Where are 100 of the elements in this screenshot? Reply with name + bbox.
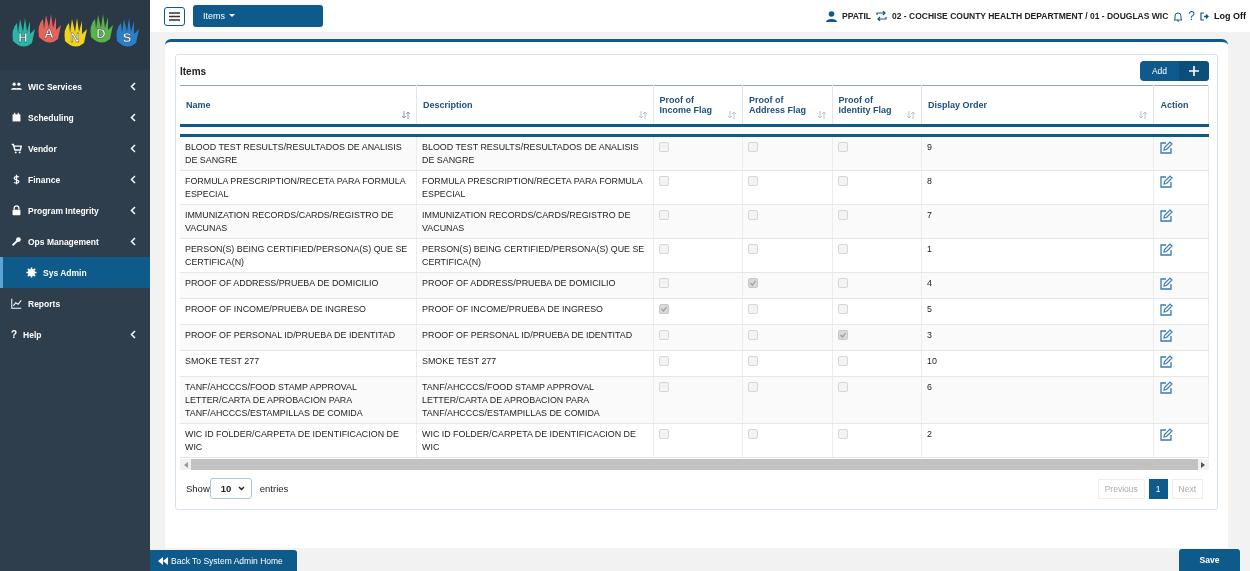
lock-icon (11, 205, 22, 216)
show-label: Show (186, 483, 210, 494)
checkbox[interactable] (658, 244, 669, 254)
edit-icon[interactable] (1159, 303, 1174, 317)
checkbox[interactable] (748, 244, 759, 254)
table-cell: 3 (921, 324, 1154, 351)
checkbox[interactable] (837, 278, 848, 288)
table-cell: TANF/AHCCCS/FOOD STAMP APPROVAL LETTER/CARTA DE APROBACION PARA TANF/AHCCCS/ESTAMPILLAS DE COMIDA (180, 376, 417, 424)
checkbox[interactable] (748, 142, 759, 152)
menu-button[interactable] (164, 6, 185, 26)
cart-icon (11, 143, 22, 154)
switch-icon[interactable] (876, 11, 888, 21)
table-cell: WIC ID FOLDER/CARPETA DE IDENTIFICACION DE WIC (416, 423, 654, 458)
wrench-icon (11, 236, 22, 247)
bell-icon[interactable] (1173, 10, 1184, 22)
checkbox[interactable] (748, 429, 759, 439)
checkbox[interactable] (658, 330, 669, 340)
view-dropdown[interactable]: Items (193, 5, 323, 27)
scroll-left-icon[interactable] (184, 461, 188, 468)
checkbox[interactable] (837, 304, 848, 314)
sidebar-item[interactable]: Scheduling (0, 102, 150, 133)
user-name: PPATIL (842, 11, 872, 21)
checkbox[interactable] (748, 304, 759, 314)
table-cell: PROOF OF PERSONAL ID/PRUEBA DE IDENTITAD (416, 324, 654, 351)
plus-icon (1189, 66, 1199, 76)
checkbox[interactable] (658, 356, 669, 366)
table-cell: 5 (921, 298, 1154, 325)
hands-logo: H A N D S (10, 12, 140, 58)
table-cell: PROOF OF INCOME/PRUEBA DE INGRESO (416, 298, 654, 325)
sidebar-item[interactable]: Ops Management (0, 226, 150, 257)
logout-link[interactable]: Log Off (1200, 11, 1246, 21)
back-button[interactable]: Back To System Admin Home (150, 550, 297, 571)
sidebar-item[interactable]: Program Integrity (0, 195, 150, 226)
page-button[interactable]: 1 (1148, 478, 1168, 499)
checkbox[interactable] (748, 210, 759, 220)
checkbox[interactable] (658, 304, 669, 314)
agency-label: 02 - COCHISE COUNTY HEALTH DEPARTMENT / 01 - DOUGLAS WIC (892, 11, 1169, 21)
sidebar-item[interactable]: WIC Services (0, 71, 150, 102)
table-cell: SMOKE TEST 277 (180, 350, 417, 377)
checkbox[interactable] (748, 278, 759, 288)
save-button[interactable]: Save (1179, 549, 1240, 571)
scroll-right-icon[interactable] (1201, 461, 1205, 468)
sidebar-item[interactable]: Vendor (0, 133, 150, 164)
edit-icon[interactable] (1159, 329, 1174, 343)
page-length-select[interactable]: 10 (209, 478, 252, 499)
checkbox[interactable] (658, 176, 669, 186)
gear-icon (26, 267, 37, 278)
edit-icon[interactable] (1159, 355, 1174, 369)
help-icon: ? (11, 329, 18, 340)
user-icon (826, 10, 838, 22)
entries-label: entries (259, 483, 289, 494)
table-cell: 1 (921, 238, 1154, 273)
checkbox[interactable] (837, 330, 848, 340)
table-cell: 9 (921, 135, 1154, 171)
checkbox[interactable] (837, 356, 848, 366)
add-button[interactable]: Add (1139, 61, 1209, 81)
edit-icon[interactable] (1159, 175, 1174, 189)
horizontal-scrollbar[interactable] (180, 459, 1209, 470)
sidebar-item[interactable]: Finance (0, 164, 150, 195)
checkbox[interactable] (837, 142, 848, 152)
sidebar-item[interactable]: Sys Admin (0, 257, 150, 288)
edit-icon[interactable] (1159, 381, 1174, 395)
edit-icon[interactable] (1159, 428, 1174, 442)
table-cell: 2 (921, 423, 1154, 458)
checkbox[interactable] (837, 176, 848, 186)
table-cell: PROOF OF ADDRESS/PRUEBA DE DOMICILIO (416, 272, 654, 299)
panel-title: Items (180, 65, 207, 77)
checkbox[interactable] (837, 382, 848, 392)
help-link[interactable]: ? (1188, 9, 1195, 23)
checkbox[interactable] (658, 382, 669, 392)
table-cell: FORMULA PRESCRIPTION/RECETA PARA FORMULA ESPECIAL (416, 170, 654, 205)
edit-icon[interactable] (1159, 209, 1174, 223)
table-cell: 7 (921, 204, 1154, 239)
checkbox[interactable] (658, 210, 669, 220)
caret-icon (229, 14, 235, 18)
group-icon (11, 81, 22, 92)
checkbox[interactable] (748, 176, 759, 186)
sidebar-item[interactable]: ? Help (0, 319, 150, 350)
checkbox[interactable] (658, 142, 669, 152)
checkbox[interactable] (837, 244, 848, 254)
table-cell: PROOF OF INCOME/PRUEBA DE INGRESO (180, 298, 417, 325)
edit-icon[interactable] (1159, 277, 1174, 291)
table-cell: PROOF OF ADDRESS/PRUEBA DE DOMICILIO (180, 272, 417, 299)
edit-icon[interactable] (1159, 243, 1174, 257)
table-cell: IMMUNIZATION RECORDS/CARDS/REGISTRO DE VACUNAS (180, 204, 417, 239)
logout-icon (1200, 11, 1210, 21)
checkbox[interactable] (658, 278, 669, 288)
sidebar-item[interactable]: Reports (0, 288, 150, 319)
calendar-icon (11, 112, 22, 123)
edit-icon[interactable] (1159, 141, 1174, 155)
table-cell: BLOOD TEST RESULTS/RESULTADOS DE ANALISIS DE SANGRE (180, 135, 417, 171)
checkbox[interactable] (748, 356, 759, 366)
checkbox[interactable] (837, 210, 848, 220)
checkbox[interactable] (837, 429, 848, 439)
checkbox[interactable] (748, 382, 759, 392)
checkbox[interactable] (748, 330, 759, 340)
checkbox[interactable] (658, 429, 669, 439)
table-cell: 10 (921, 350, 1154, 377)
table-cell: WIC ID FOLDER/CARPETA DE IDENTIFICACION DE WIC (180, 423, 417, 458)
table-cell: 8 (921, 170, 1154, 205)
